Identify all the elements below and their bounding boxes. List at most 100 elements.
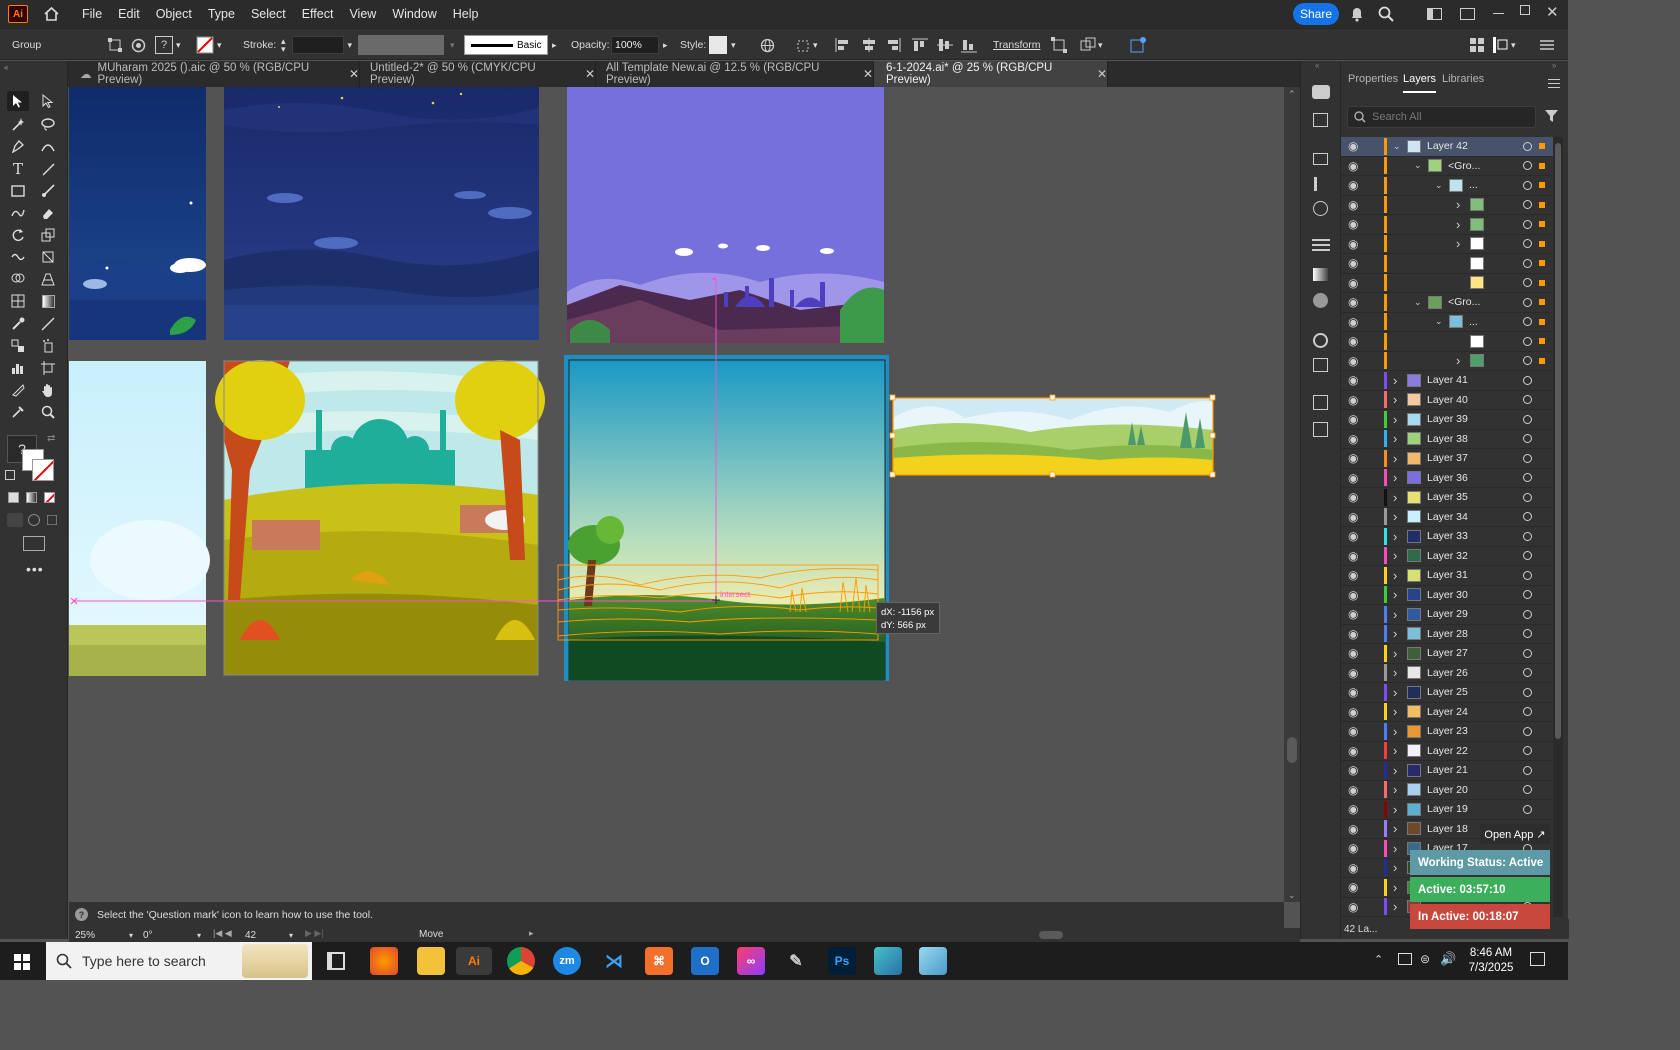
selection-indicator[interactable] — [1539, 201, 1545, 208]
clock[interactable]: 8:46 AM 7/3/2025 — [1463, 946, 1519, 976]
scale-tool-icon[interactable] — [37, 225, 59, 245]
target-circle-icon[interactable] — [1523, 180, 1532, 190]
close-tab-icon[interactable]: ✕ — [585, 67, 595, 81]
chevron-right-icon[interactable]: › — [1393, 373, 1397, 388]
chevron-right-icon[interactable]: › — [1393, 451, 1397, 466]
target-circle-icon[interactable] — [1523, 512, 1532, 522]
minimize-icon[interactable] — [1493, 13, 1504, 14]
share-button[interactable]: Share — [1293, 3, 1339, 25]
menu-object[interactable]: Object — [156, 7, 192, 21]
target-circle-icon[interactable] — [1523, 278, 1532, 288]
chevron-right-icon[interactable]: › — [1393, 509, 1397, 524]
target-circle-icon[interactable] — [1523, 317, 1532, 327]
target-circle-icon[interactable] — [1523, 141, 1532, 151]
target-circle-icon[interactable] — [1523, 395, 1532, 405]
visibility-eye-icon[interactable]: ◉ — [1348, 159, 1358, 173]
chevron-right-icon[interactable]: › — [1393, 763, 1397, 778]
eyedropper-tool-icon[interactable] — [7, 314, 29, 334]
target-circle-icon[interactable] — [1523, 551, 1532, 561]
stroke-weight-stepper[interactable]: ▴ ▾ ▾ — [281, 29, 352, 61]
layers-search-field[interactable]: Search All — [1347, 106, 1536, 128]
visibility-eye-icon[interactable]: ◉ — [1348, 217, 1358, 231]
visibility-eye-icon[interactable]: ◉ — [1348, 666, 1358, 680]
target-circle-icon[interactable] — [1523, 219, 1532, 229]
align-bottom-icon[interactable] — [961, 29, 977, 61]
libraries-icon[interactable] — [1312, 85, 1330, 99]
fill-stroke-swatches[interactable] — [22, 449, 56, 483]
scroll-up-icon[interactable]: ⌃ — [1288, 89, 1296, 100]
chevron-right-icon[interactable]: › — [1393, 392, 1397, 407]
chevron-right-icon[interactable]: › — [1393, 568, 1397, 583]
line-segment-tool-icon[interactable] — [37, 159, 59, 179]
visibility-eye-icon[interactable]: ◉ — [1348, 783, 1358, 797]
visibility-eye-icon[interactable]: ◉ — [1348, 139, 1358, 153]
align-vertical-center-icon[interactable] — [937, 29, 953, 61]
visibility-eye-icon[interactable]: ◉ — [1348, 549, 1358, 563]
layer-row[interactable]: ◉ — [1341, 274, 1553, 293]
windows-start-icon[interactable] — [14, 954, 30, 973]
arrange-panels-icon[interactable] — [1470, 29, 1484, 61]
transform-link[interactable]: Transform — [993, 29, 1040, 61]
rotate-tool-icon[interactable] — [7, 225, 29, 245]
visibility-eye-icon[interactable]: ◉ — [1348, 256, 1358, 270]
layer-row[interactable]: ◉ › Layer 21 — [1341, 761, 1553, 781]
illustrator-taskbar-icon[interactable]: Ai — [456, 947, 492, 975]
filter-icon[interactable] — [1545, 109, 1558, 126]
visibility-eye-icon[interactable]: ◉ — [1348, 841, 1358, 855]
close-tab-icon[interactable]: ✕ — [349, 67, 359, 81]
zoom-tool-icon[interactable] — [37, 402, 59, 422]
slice-tool-icon[interactable] — [7, 380, 29, 400]
visibility-eye-icon[interactable]: ◉ — [1348, 412, 1358, 426]
warp-tool-icon[interactable] — [7, 247, 29, 267]
selection-indicator[interactable] — [1539, 357, 1545, 364]
file-explorer-taskbar-icon[interactable] — [417, 947, 445, 975]
blend-tool-icon[interactable] — [7, 336, 29, 356]
layer-row[interactable]: ◉ ⌄ Layer 42 — [1341, 137, 1553, 157]
shape-builder-tool-icon[interactable] — [7, 269, 29, 289]
chevron-right-icon[interactable]: › — [1393, 529, 1397, 544]
target-circle-icon[interactable] — [1523, 453, 1532, 463]
fill-swatch-unknown[interactable]: ? ▾ — [155, 29, 181, 61]
tab-muharam[interactable]: ☁ MUharam 2025 ().aic @ 50 % (RGB/CPU Pr… — [68, 61, 360, 87]
visibility-eye-icon[interactable]: ◉ — [1348, 685, 1358, 699]
selection-indicator[interactable] — [1539, 299, 1545, 306]
artboard-light-sky[interactable] — [69, 361, 210, 676]
firefox-taskbar-icon[interactable] — [370, 947, 398, 975]
tray-overflow-icon[interactable]: ⌃ — [1374, 953, 1383, 966]
properties-panel-icon[interactable] — [1314, 177, 1326, 191]
layer-row[interactable]: ◉ › — [1341, 215, 1553, 235]
layer-row[interactable]: ◉ › Layer 30 — [1341, 586, 1553, 605]
pathfinder-icon[interactable]: ▾ — [1080, 29, 1103, 61]
target-circle-icon[interactable] — [1523, 609, 1532, 619]
brush-definition[interactable]: Basic ▸ — [464, 29, 557, 61]
layer-row[interactable]: ◉ › Layer 22 — [1341, 742, 1553, 761]
visibility-eye-icon[interactable]: ◉ — [1348, 705, 1358, 719]
target-circle-icon[interactable] — [1523, 531, 1532, 541]
visibility-eye-icon[interactable]: ◉ — [1348, 276, 1358, 290]
chevron-right-icon[interactable]: › — [1393, 646, 1397, 661]
close-tab-icon[interactable]: ✕ — [1097, 67, 1107, 81]
chevron-down-icon[interactable]: ⌄ — [1435, 180, 1443, 191]
menu-edit[interactable]: Edit — [118, 7, 140, 21]
chevron-right-icon[interactable]: › — [1393, 821, 1397, 836]
home-icon[interactable] — [42, 6, 60, 22]
chevron-right-icon[interactable]: › — [1456, 197, 1460, 212]
selection-indicator[interactable] — [1539, 279, 1545, 286]
rectangle-tool-icon[interactable] — [7, 181, 29, 201]
puppet-warp-icon[interactable] — [1129, 29, 1147, 61]
tray-app-icon[interactable] — [1398, 953, 1412, 965]
visibility-eye-icon[interactable]: ◉ — [1348, 607, 1358, 621]
layer-row[interactable]: ◉ › Layer 26 — [1341, 664, 1553, 683]
visibility-eye-icon[interactable]: ◉ — [1348, 334, 1358, 348]
mesh-tool-icon[interactable] — [7, 291, 29, 311]
vertical-scrollbar[interactable]: ⌃ ⌄ — [1284, 87, 1300, 902]
layer-row[interactable]: ◉ › — [1341, 196, 1553, 215]
target-circle-icon[interactable] — [1523, 726, 1532, 736]
chevron-right-icon[interactable]: › — [1393, 724, 1397, 739]
align-right-icon[interactable] — [884, 29, 902, 61]
selection-indicator[interactable] — [1539, 143, 1545, 150]
target-circle-icon[interactable] — [1523, 687, 1532, 697]
tab-6-1-2024[interactable]: 6-1-2024.ai* @ 25 % (RGB/CPU Preview) ✕ — [874, 61, 1108, 87]
tab-layers[interactable]: Layers — [1403, 73, 1437, 93]
chevron-right-icon[interactable]: › — [1456, 236, 1460, 251]
